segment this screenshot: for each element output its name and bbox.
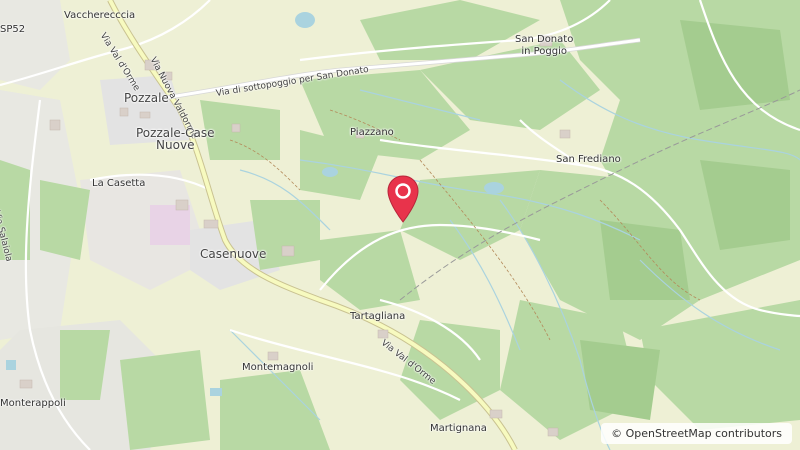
place-label-martignana: Martignana [430, 423, 487, 434]
place-label-san-donato-line2: in Poggio [521, 46, 567, 57]
place-label-pozzale: Pozzale [124, 91, 169, 105]
map-pin-icon[interactable] [386, 174, 420, 226]
attribution-link[interactable]: OpenStreetMap contributors [626, 427, 782, 440]
road-ref-label: SP52 [0, 24, 26, 35]
map-attribution: © OpenStreetMap contributors [601, 423, 792, 444]
place-label-la-casetta: La Casetta [92, 178, 146, 189]
place-label-pozzale-case-nuove: Pozzale-Case Nuove [136, 127, 215, 151]
copyright-symbol: © [611, 427, 623, 440]
map-canvas[interactable]: Vaccherecccia SP52 Via Val d'Orme Via Nu… [0, 0, 800, 450]
place-label-tartagliana: Tartagliana [350, 311, 406, 322]
place-label-san-donato-line1: San Donato [515, 34, 574, 45]
place-label-montemagnoli: Montemagnoli [242, 362, 314, 373]
place-label-vaccherecccia: Vaccherecccia [64, 10, 136, 21]
place-label-casenuove: Casenuove [200, 247, 267, 261]
place-label-san-frediano: San Frediano [556, 154, 621, 165]
place-label-pozzale-case-nuove-line2: Nuove [156, 138, 195, 152]
place-label-san-donato-in-poggio: San Donato in Poggio [515, 34, 573, 58]
place-label-monterappoli: Monterappoli [0, 398, 66, 409]
place-label-piazzano: Piazzano [350, 127, 394, 138]
map-pin-shape [387, 175, 419, 223]
